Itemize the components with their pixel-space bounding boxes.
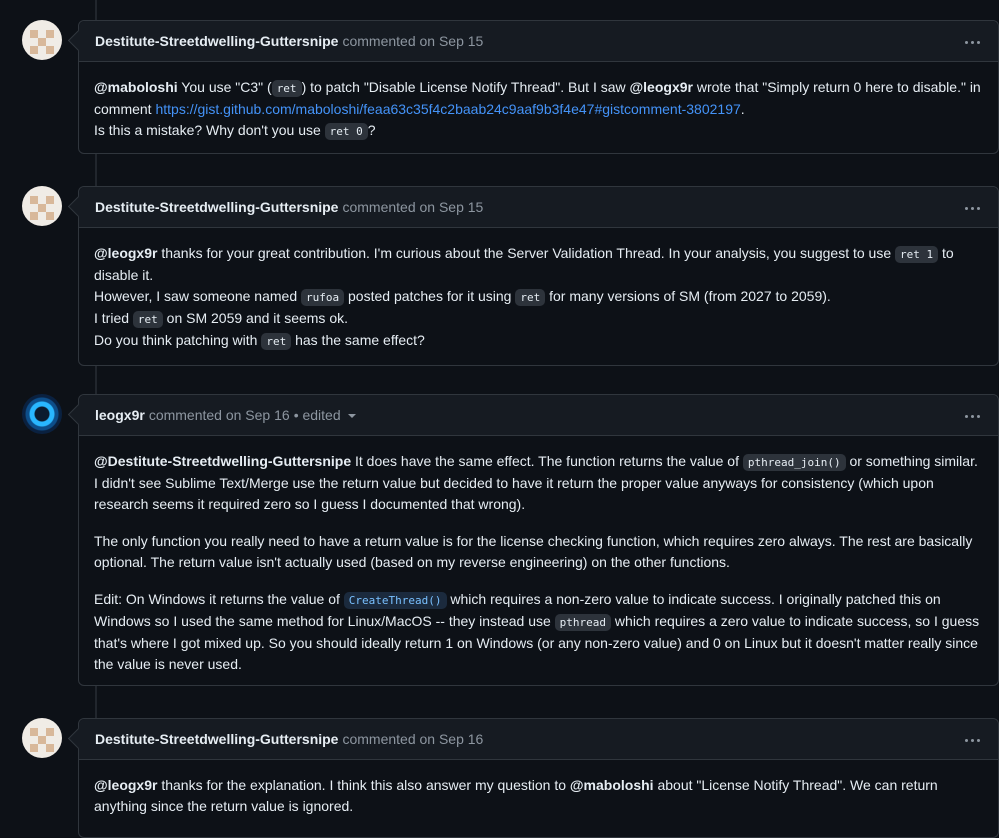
- kebab-horizontal-icon[interactable]: [963, 730, 981, 746]
- user-mention[interactable]: @maboloshi: [570, 777, 654, 793]
- inline-code: ret: [261, 333, 292, 350]
- inline-code: rufoa: [301, 289, 345, 306]
- comment-author[interactable]: Destitute-Streetdwelling-Guttersnipe: [95, 33, 338, 49]
- comment-timestamp[interactable]: commented on Sep 16: [149, 407, 290, 423]
- comment-header: Destitute-Streetdwelling-Guttersnipe com…: [79, 719, 998, 760]
- inline-code: ret 1: [895, 246, 939, 263]
- kebab-horizontal-icon[interactable]: [963, 198, 981, 214]
- inline-code-link[interactable]: CreateThread(): [343, 592, 447, 609]
- comment-header: Destitute-Streetdwelling-Guttersnipe com…: [79, 21, 998, 62]
- inline-code: ret: [132, 311, 163, 328]
- comment-timestamp[interactable]: commented on Sep 16: [342, 731, 483, 747]
- comment-box: Destitute-Streetdwelling-Guttersnipe com…: [67, 20, 999, 154]
- comment-body: @maboloshi You use "C3" (ret) to patch "…: [94, 79, 981, 140]
- comment-author[interactable]: leogx9r: [95, 407, 145, 423]
- comment-author[interactable]: Destitute-Streetdwelling-Guttersnipe: [95, 199, 338, 215]
- triangle-down-icon[interactable]: [347, 414, 356, 418]
- inline-code: pthread_join(): [742, 454, 846, 471]
- comment-timestamp[interactable]: commented on Sep 15: [342, 199, 483, 215]
- comment-header: Destitute-Streetdwelling-Guttersnipe com…: [79, 187, 998, 228]
- user-mention[interactable]: @leogx9r: [630, 79, 693, 95]
- avatar[interactable]: [22, 394, 62, 434]
- comment-box: Destitute-Streetdwelling-Guttersnipe com…: [67, 718, 999, 838]
- avatar[interactable]: [22, 718, 62, 758]
- comment-author[interactable]: Destitute-Streetdwelling-Guttersnipe: [95, 731, 338, 747]
- inline-code: ret: [515, 289, 546, 306]
- comment-body: @leogx9r thanks for your great contribut…: [94, 245, 954, 350]
- comment-body: @Destitute-Streetdwelling-Guttersnipe It…: [79, 436, 998, 687]
- inline-code: ret 0: [324, 123, 368, 140]
- comment-paragraph: The only function you really need to hav…: [94, 533, 973, 570]
- comment-box: leogx9r commented on Sep 16 • edited @De…: [67, 394, 999, 687]
- gist-comment-link[interactable]: https://gist.github.com/maboloshi/feaa63…: [155, 101, 740, 117]
- avatar[interactable]: [22, 20, 62, 60]
- kebab-horizontal-icon[interactable]: [963, 406, 981, 422]
- user-mention[interactable]: @leogx9r: [94, 245, 157, 261]
- comment-box: Destitute-Streetdwelling-Guttersnipe com…: [67, 186, 999, 366]
- comment-header: leogx9r commented on Sep 16 • edited: [79, 395, 998, 436]
- kebab-horizontal-icon[interactable]: [963, 32, 981, 48]
- comment-timestamp[interactable]: commented on Sep 15: [342, 33, 483, 49]
- user-mention[interactable]: @Destitute-Streetdwelling-Guttersnipe: [94, 453, 351, 469]
- inline-code: ret: [271, 80, 302, 97]
- user-mention[interactable]: @maboloshi: [94, 79, 178, 95]
- user-mention[interactable]: @leogx9r: [94, 777, 157, 793]
- inline-code: pthread: [554, 614, 612, 631]
- comment-body: @leogx9r thanks for the explanation. I t…: [94, 777, 938, 814]
- avatar[interactable]: [22, 186, 62, 226]
- edited-history-dropdown[interactable]: • edited: [294, 407, 341, 423]
